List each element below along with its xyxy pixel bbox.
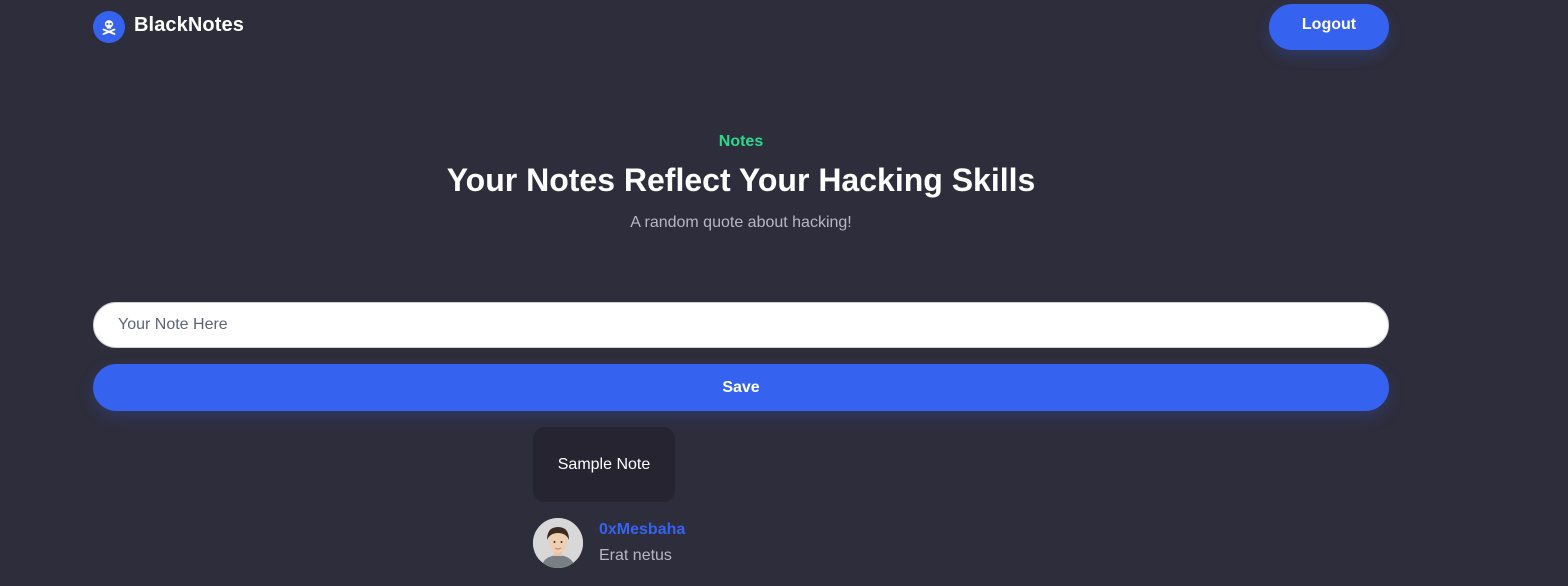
author-name[interactable]: 0xMesbaha xyxy=(599,521,685,539)
avatar xyxy=(533,518,583,568)
save-button[interactable]: Save xyxy=(93,364,1389,411)
page-subtitle: A random quote about hacking! xyxy=(630,214,852,231)
author-info: 0xMesbaha Erat netus xyxy=(599,521,685,565)
brand-name: BlackNotes xyxy=(134,13,244,36)
section-eyebrow: Notes xyxy=(718,133,764,150)
note-input[interactable] xyxy=(93,302,1389,348)
skull-crossbones-icon xyxy=(93,11,125,43)
note-author: 0xMesbaha Erat netus xyxy=(533,518,685,568)
page-title: Your Notes Reflect Your Hacking Skills xyxy=(446,162,1036,198)
note-text: Sample Note xyxy=(557,455,651,473)
author-subtitle: Erat netus xyxy=(599,547,672,564)
note-card: Sample Note xyxy=(533,427,675,502)
page: BlackNotes Logout Notes Your Notes Refle… xyxy=(0,0,1568,586)
brand[interactable]: BlackNotes xyxy=(93,11,244,43)
logout-button[interactable]: Logout xyxy=(1269,4,1389,50)
